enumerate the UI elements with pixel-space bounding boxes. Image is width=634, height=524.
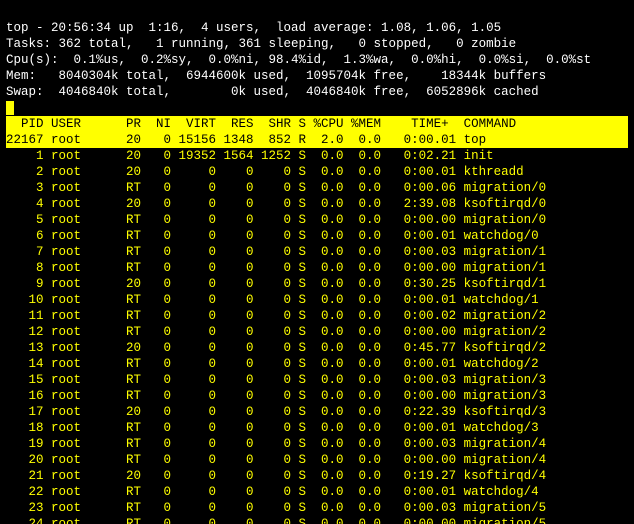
table-row: 15 root RT 0 0 0 0 S 0.0 0.0 0:00.03 mig… [6, 372, 628, 388]
table-row: 4 root 20 0 0 0 0 S 0.0 0.0 2:39.08 ksof… [6, 196, 628, 212]
table-row: 18 root RT 0 0 0 0 S 0.0 0.0 0:00.01 wat… [6, 420, 628, 436]
table-row: 22 root RT 0 0 0 0 S 0.0 0.0 0:00.01 wat… [6, 484, 628, 500]
table-row: 12 root RT 0 0 0 0 S 0.0 0.0 0:00.00 mig… [6, 324, 628, 340]
table-row: 7 root RT 0 0 0 0 S 0.0 0.0 0:00.03 migr… [6, 244, 628, 260]
table-row: 19 root RT 0 0 0 0 S 0.0 0.0 0:00.03 mig… [6, 436, 628, 452]
table-row: 16 root RT 0 0 0 0 S 0.0 0.0 0:00.00 mig… [6, 388, 628, 404]
table-row: 24 root RT 0 0 0 0 S 0.0 0.0 0:00.00 mig… [6, 516, 628, 524]
table-row: 6 root RT 0 0 0 0 S 0.0 0.0 0:00.01 watc… [6, 228, 628, 244]
table-row: 9 root 20 0 0 0 0 S 0.0 0.0 0:30.25 ksof… [6, 276, 628, 292]
process-list: 22167 root 20 0 15156 1348 852 R 2.0 0.0… [6, 132, 628, 524]
table-row: 8 root RT 0 0 0 0 S 0.0 0.0 0:00.00 migr… [6, 260, 628, 276]
summary-line-1: top - 20:56:34 up 1:16, 4 users, load av… [6, 21, 501, 35]
column-header-row: PID USER PR NI VIRT RES SHR S %CPU %MEM … [6, 116, 628, 132]
table-row: 13 root 20 0 0 0 0 S 0.0 0.0 0:45.77 kso… [6, 340, 628, 356]
table-row: 10 root RT 0 0 0 0 S 0.0 0.0 0:00.01 wat… [6, 292, 628, 308]
table-row: 23 root RT 0 0 0 0 S 0.0 0.0 0:00.03 mig… [6, 500, 628, 516]
summary-line-2: Tasks: 362 total, 1 running, 361 sleepin… [6, 37, 516, 51]
summary-line-5: Swap: 4046840k total, 0k used, 4046840k … [6, 85, 539, 99]
input-line[interactable] [6, 101, 14, 115]
table-row: 20 root RT 0 0 0 0 S 0.0 0.0 0:00.00 mig… [6, 452, 628, 468]
table-row: 14 root RT 0 0 0 0 S 0.0 0.0 0:00.01 wat… [6, 356, 628, 372]
table-row: 1 root 20 0 19352 1564 1252 S 0.0 0.0 0:… [6, 148, 628, 164]
summary-line-3: Cpu(s): 0.1%us, 0.2%sy, 0.0%ni, 98.4%id,… [6, 53, 591, 67]
table-row: 21 root 20 0 0 0 0 S 0.0 0.0 0:19.27 kso… [6, 468, 628, 484]
cursor-icon [6, 101, 14, 115]
table-row: 11 root RT 0 0 0 0 S 0.0 0.0 0:00.02 mig… [6, 308, 628, 324]
summary-line-4: Mem: 8040304k total, 6944600k used, 1095… [6, 69, 546, 83]
table-row: 3 root RT 0 0 0 0 S 0.0 0.0 0:00.06 migr… [6, 180, 628, 196]
table-row: 22167 root 20 0 15156 1348 852 R 2.0 0.0… [6, 132, 628, 148]
table-row: 17 root 20 0 0 0 0 S 0.0 0.0 0:22.39 kso… [6, 404, 628, 420]
table-row: 2 root 20 0 0 0 0 S 0.0 0.0 0:00.01 kthr… [6, 164, 628, 180]
table-row: 5 root RT 0 0 0 0 S 0.0 0.0 0:00.00 migr… [6, 212, 628, 228]
